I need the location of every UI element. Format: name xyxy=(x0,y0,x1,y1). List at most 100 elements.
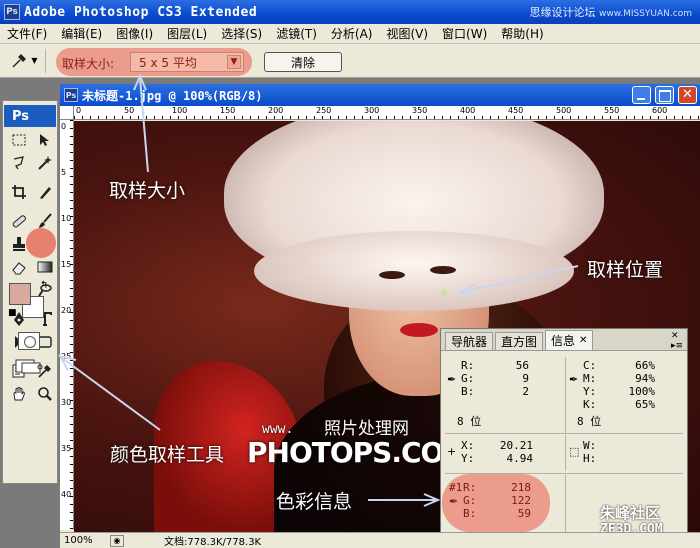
swap-colors-icon[interactable]: ↰ xyxy=(40,280,48,291)
color-sampler-marker-icon[interactable]: ⌖ xyxy=(440,287,454,301)
move-tool[interactable] xyxy=(33,129,57,151)
pos-y-value: 4.94 xyxy=(506,452,534,465)
crosshair-icon: + xyxy=(447,445,457,458)
lasso-tool[interactable] xyxy=(7,152,31,174)
sample-size-label: 取样大小: xyxy=(62,57,115,71)
sampler-g-value: 122 xyxy=(511,494,531,507)
watermark-www: www. xyxy=(262,422,294,437)
ruler-top-label: 550 xyxy=(604,106,620,115)
move-icon xyxy=(40,134,49,146)
tab-navigator[interactable]: 导航器 xyxy=(445,332,494,350)
zoom-level[interactable]: 100% xyxy=(60,535,110,546)
hand-tool[interactable] xyxy=(7,383,31,405)
app-title: Adobe Photoshop CS3 Extended xyxy=(24,4,258,20)
cmyk-bit-depth: 8 位 xyxy=(577,415,602,428)
document-title-bar: Ps 未标题-1.jpg @ 100%(RGB/8) xyxy=(60,84,700,106)
rgb-b-label: B: xyxy=(461,385,475,398)
close-icon[interactable]: ✕ xyxy=(579,335,587,346)
slice-icon xyxy=(40,187,51,199)
menu-view[interactable]: 视图(V) xyxy=(379,25,435,42)
size-readout: W: H: xyxy=(583,439,623,465)
cmyk-c-value: 66% xyxy=(635,359,655,372)
horizontal-ruler[interactable]: 0 50 100 150 200 250 300 350 400 450 500… xyxy=(74,106,700,120)
ruler-left-label: 20 xyxy=(61,306,72,315)
ruler-left-label: 40 xyxy=(61,490,72,499)
annotation-color-sampler-tool: 颜色取样工具 xyxy=(110,444,225,466)
app-title-bar: Ps Adobe Photoshop CS3 Extended 思缘设计论坛 w… xyxy=(0,0,700,24)
menu-file[interactable]: 文件(F) xyxy=(0,25,54,42)
menu-help[interactable]: 帮助(H) xyxy=(494,25,550,42)
marquee-tool[interactable] xyxy=(7,129,31,151)
color-sampler-tool[interactable] xyxy=(33,360,57,382)
photoshop-logo: Ps xyxy=(4,105,56,127)
foreground-color-swatch[interactable] xyxy=(9,283,31,305)
watermark-text: 思缘设计论坛 www.MISSYUAN.com xyxy=(529,4,692,20)
size-h-label: H: xyxy=(583,452,597,465)
ruler-top-label: 50 xyxy=(124,106,135,115)
sample-size-value: 5 x 5 平均 xyxy=(139,55,197,70)
status-bar: 100% ◉ 文档:778.3K/778.3K xyxy=(60,532,700,548)
rgb-g-label: G: xyxy=(461,372,475,385)
crop-tool[interactable] xyxy=(7,181,31,203)
gradient-tool[interactable] xyxy=(33,256,57,278)
status-menu-button[interactable]: ◉ xyxy=(110,534,124,547)
tab-histogram-label: 直方图 xyxy=(501,335,538,349)
sampler-b-value: 59 xyxy=(517,507,531,520)
sampler-g-label: G: xyxy=(463,494,477,507)
slice-tool[interactable] xyxy=(33,181,57,203)
quick-mask-button[interactable] xyxy=(18,332,40,350)
menu-layer[interactable]: 图层(L) xyxy=(160,25,214,42)
rgb-b-value: 2 xyxy=(522,385,529,398)
rgb-g-value: 9 xyxy=(522,372,529,385)
eyedropper-icon: ✒ xyxy=(447,373,457,386)
photo-hat-brim xyxy=(254,231,574,311)
ruler-top-label: 200 xyxy=(268,106,284,115)
color-sampler-icon xyxy=(37,364,51,378)
tab-info-label: 信息 xyxy=(551,334,576,348)
lasso-icon xyxy=(13,156,24,170)
brush-icon xyxy=(39,213,52,228)
default-colors-icon[interactable]: ■ xyxy=(8,308,17,318)
watermark-url: www.MISSYUAN.com xyxy=(598,9,692,19)
tab-info[interactable]: 信息 ✕ xyxy=(545,330,594,350)
menu-image[interactable]: 图像(I) xyxy=(109,25,160,42)
magic-wand-tool[interactable] xyxy=(33,152,57,174)
close-button[interactable] xyxy=(678,86,697,104)
rgb-r-label: R: xyxy=(461,359,475,372)
panel-close-icon[interactable]: ✕ xyxy=(671,331,683,341)
eyedropper-icon: ✒ xyxy=(569,373,579,386)
panel-menu-icon[interactable]: ▸≡ xyxy=(671,341,683,351)
photoshop-app-icon: Ps xyxy=(4,4,20,20)
zoom-tool[interactable] xyxy=(33,383,57,405)
marquee-icon xyxy=(12,134,26,146)
ruler-left-label: 30 xyxy=(61,398,72,407)
ruler-top-label: 250 xyxy=(316,106,332,115)
menu-select[interactable]: 选择(S) xyxy=(214,25,269,42)
menu-window[interactable]: 窗口(W) xyxy=(435,25,494,42)
tab-histogram[interactable]: 直方图 xyxy=(495,332,544,350)
photo-eye-left xyxy=(379,271,405,279)
position-readout: X: 20.21 Y: 4.94 xyxy=(461,439,533,465)
sample-size-select[interactable]: 5 x 5 平均 ▼ xyxy=(130,52,244,72)
annotation-color-info: 色彩信息 xyxy=(276,491,353,513)
vertical-ruler[interactable]: 0 5 10 15 20 25 30 35 40 xyxy=(60,120,74,530)
ruler-origin[interactable] xyxy=(60,106,74,120)
maximize-button[interactable] xyxy=(655,86,674,104)
ruler-left-label: 5 xyxy=(61,168,67,177)
photo-lips xyxy=(400,323,438,337)
minimize-button[interactable] xyxy=(632,86,651,104)
healing-brush-tool[interactable] xyxy=(7,210,31,232)
ruler-left-label: 35 xyxy=(61,444,72,453)
clear-button[interactable]: 清除 xyxy=(264,52,342,72)
sampler-b-label: B: xyxy=(463,507,477,520)
menu-filter[interactable]: 滤镜(T) xyxy=(269,25,324,42)
menu-analysis[interactable]: 分析(A) xyxy=(324,25,380,42)
cmyk-readout: C: 66% M: 94% Y: 100% K: 65% xyxy=(583,359,655,411)
tool-preset-picker[interactable]: ▼ xyxy=(4,48,46,73)
ruler-top-label: 100 xyxy=(172,106,188,115)
eyedropper-icon: ✒ xyxy=(449,495,459,508)
cmyk-y-value: 100% xyxy=(628,385,656,398)
menu-edit[interactable]: 编辑(E) xyxy=(54,25,109,42)
eraser-tool[interactable] xyxy=(7,256,31,278)
ruler-top-label: 300 xyxy=(364,106,380,115)
